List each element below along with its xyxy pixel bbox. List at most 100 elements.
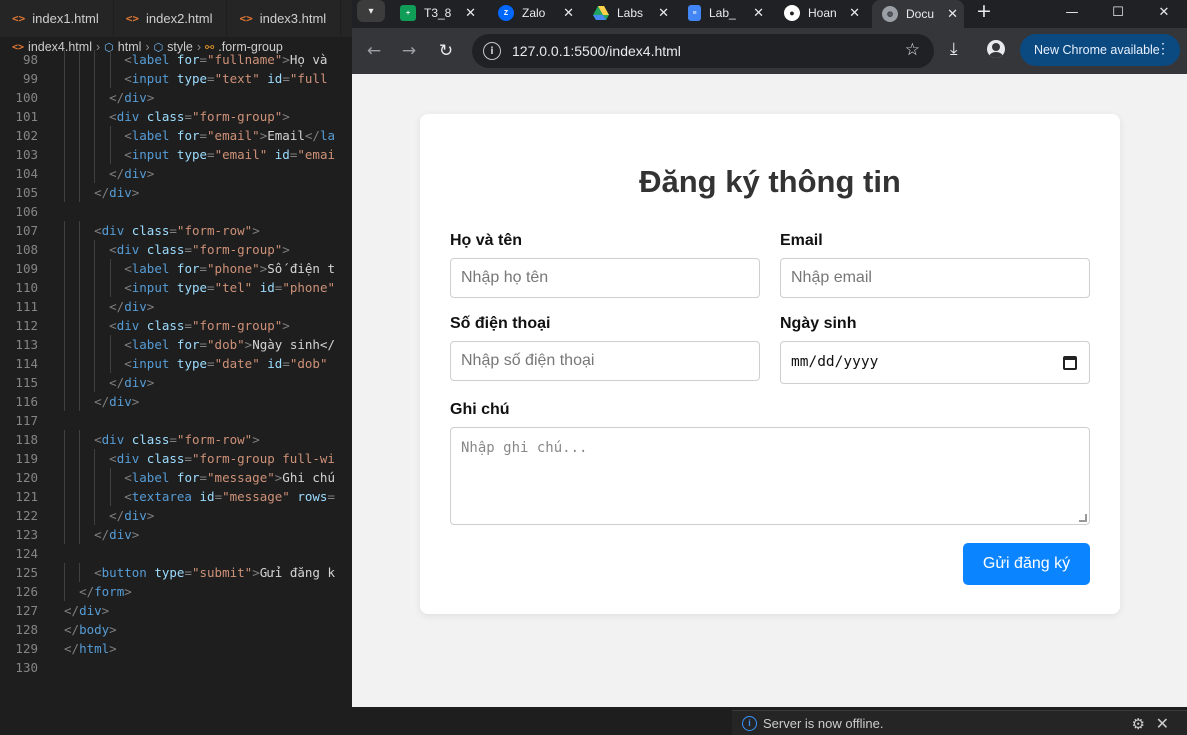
address-url[interactable]: 127.0.0.1:5500/index4.html bbox=[512, 43, 681, 59]
html-file-icon: <> bbox=[12, 12, 26, 25]
browser-tab[interactable]: ● Hoan ✕ bbox=[776, 0, 866, 26]
code-line[interactable]: 104 </div> bbox=[0, 164, 352, 183]
code-line[interactable]: 129 </html> bbox=[0, 639, 352, 658]
indent-guide bbox=[64, 373, 65, 392]
dob-input[interactable]: mm/dd/yyyy bbox=[780, 341, 1090, 384]
browser-tab-active[interactable]: ◍ Docu ✕ bbox=[872, 0, 964, 28]
indent-guide bbox=[109, 69, 111, 88]
code-line[interactable]: 119 <div class="form-group full-wi bbox=[0, 449, 352, 468]
address-bar[interactable]: i 127.0.0.1:5500/index4.html ☆ bbox=[472, 34, 934, 68]
code-line[interactable]: 98 <label for="fullname">Họ và bbox=[0, 50, 352, 69]
new-tab-plus-icon[interactable]: + bbox=[972, 0, 996, 22]
fullname-input[interactable]: Nhập họ tên bbox=[450, 258, 760, 298]
code-line[interactable]: 108 <div class="form-group"> bbox=[0, 240, 352, 259]
message-textarea[interactable]: Nhập ghi chú... bbox=[450, 427, 1090, 525]
code-token: "email" bbox=[207, 128, 260, 143]
reload-icon[interactable]: ↻ bbox=[434, 39, 458, 63]
code-line[interactable]: 130 bbox=[0, 658, 352, 677]
chrome-update-button[interactable]: New Chrome available ⋮ bbox=[1020, 34, 1180, 66]
editor-tab-index2[interactable]: <> index2.html bbox=[114, 0, 228, 37]
browser-tab[interactable]: + T3_8 ✕ bbox=[392, 0, 482, 26]
close-icon[interactable]: ✕ bbox=[465, 5, 476, 21]
back-arrow-icon[interactable]: ← bbox=[362, 39, 386, 63]
close-icon[interactable]: ✕ bbox=[658, 5, 669, 21]
code-line[interactable]: 115 </div> bbox=[0, 373, 352, 392]
code-line[interactable]: 116 </div> bbox=[0, 392, 352, 411]
code-token: = bbox=[207, 280, 215, 295]
window-close-icon[interactable]: ✕ bbox=[1141, 0, 1187, 24]
profile-avatar-icon[interactable] bbox=[987, 40, 1005, 58]
code-line[interactable]: 103 <input type="email" id="emai bbox=[0, 145, 352, 164]
line-number: 107 bbox=[15, 223, 38, 238]
indent-guide bbox=[94, 145, 96, 164]
code-token: < bbox=[124, 52, 132, 67]
code-line[interactable]: 101 <div class="form-group"> bbox=[0, 107, 352, 126]
forward-arrow-icon[interactable]: → bbox=[397, 39, 421, 63]
line-number: 115 bbox=[15, 375, 38, 390]
code-token: > bbox=[131, 394, 140, 409]
code-token: < bbox=[109, 242, 117, 257]
download-icon[interactable]: ⤓ bbox=[950, 39, 958, 59]
code-token: Họ và bbox=[289, 52, 328, 67]
maximize-icon[interactable]: ☐ bbox=[1095, 0, 1141, 24]
browser-tab[interactable]: ≡ Lab_ ✕ bbox=[680, 0, 770, 26]
code-token: div bbox=[116, 318, 140, 333]
minimize-icon[interactable]: — bbox=[1049, 0, 1095, 24]
close-icon[interactable]: ✕ bbox=[753, 5, 764, 21]
browser-tab[interactable]: Z Zalo ✕ bbox=[490, 0, 580, 26]
globe-icon: ◍ bbox=[882, 6, 898, 22]
code-line[interactable]: 112 <div class="form-group"> bbox=[0, 316, 352, 335]
code-line[interactable]: 106 bbox=[0, 202, 352, 221]
code-line[interactable]: 110 <input type="tel" id="phone" bbox=[0, 278, 352, 297]
close-icon[interactable]: ✕ bbox=[563, 5, 574, 21]
code-token: id bbox=[274, 147, 290, 162]
code-line[interactable]: 107 <div class="form-row"> bbox=[0, 221, 352, 240]
code-line[interactable]: 114 <input type="date" id="dob" bbox=[0, 354, 352, 373]
code-line[interactable]: 99 <input type="text" id="full bbox=[0, 69, 352, 88]
more-menu-icon[interactable]: ⋮ bbox=[1156, 40, 1170, 57]
close-icon[interactable]: ✕ bbox=[1156, 714, 1169, 734]
submit-button[interactable]: Gửi đăng ký bbox=[963, 543, 1090, 585]
code-line[interactable]: 102 <label for="email">Email</la bbox=[0, 126, 352, 145]
code-line[interactable]: 125 <button type="submit">Gửi đăng k bbox=[0, 563, 352, 582]
code-line[interactable]: 126 </form> bbox=[0, 582, 352, 601]
code-token: div bbox=[116, 109, 140, 124]
bookmark-star-icon[interactable]: ☆ bbox=[905, 40, 920, 60]
code-line[interactable]: 117 bbox=[0, 411, 352, 430]
code-token: > bbox=[109, 641, 117, 656]
tab-search-chevron-icon[interactable]: ▾ bbox=[357, 0, 385, 22]
code-token: "form-group full-wi bbox=[191, 451, 335, 466]
editor-tab-index1[interactable]: <> index1.html bbox=[0, 0, 114, 37]
gear-icon[interactable]: ⚙ bbox=[1132, 715, 1145, 733]
code-line[interactable]: 123 </div> bbox=[0, 525, 352, 544]
code-line[interactable]: 100 </div> bbox=[0, 88, 352, 107]
code-line[interactable]: 105 </div> bbox=[0, 183, 352, 202]
code-line[interactable]: 124 bbox=[0, 544, 352, 563]
editor-tab-index3[interactable]: <> index3.html bbox=[227, 0, 342, 37]
message-placeholder: Nhập ghi chú... bbox=[461, 440, 588, 456]
code-lines[interactable]: 98 <label for="fullname">Họ và 99 <input … bbox=[0, 50, 352, 677]
code-token: = bbox=[184, 109, 192, 124]
code-line[interactable]: 109 <label for="phone">Số điện t bbox=[0, 259, 352, 278]
calendar-icon[interactable] bbox=[1063, 356, 1077, 370]
indent-guide bbox=[79, 145, 81, 164]
resize-handle-icon[interactable] bbox=[1079, 514, 1087, 522]
phone-input[interactable]: Nhập số điện thoại bbox=[450, 341, 760, 381]
browser-tab[interactable]: Labs ✕ bbox=[585, 0, 675, 26]
code-line[interactable]: 113 <label for="dob">Ngày sinh</ bbox=[0, 335, 352, 354]
code-line[interactable]: 121 <textarea id="message" rows= bbox=[0, 487, 352, 506]
code-line[interactable]: 127 </div> bbox=[0, 601, 352, 620]
code-line[interactable]: 120 <label for="message">Ghi chú bbox=[0, 468, 352, 487]
dob-label: Ngày sinh bbox=[780, 315, 857, 332]
indent-guide bbox=[109, 259, 111, 278]
code-line[interactable]: 128 </body> bbox=[0, 620, 352, 639]
code-line[interactable]: 111 </div> bbox=[0, 297, 352, 316]
code-token: > bbox=[124, 584, 132, 599]
code-line[interactable]: 122 </div> bbox=[0, 506, 352, 525]
site-info-icon[interactable]: i bbox=[483, 42, 501, 60]
close-icon[interactable]: ✕ bbox=[849, 5, 860, 21]
code-line[interactable]: 118 <div class="form-row"> bbox=[0, 430, 352, 449]
close-icon[interactable]: ✕ bbox=[947, 6, 958, 22]
email-input[interactable]: Nhập email bbox=[780, 258, 1090, 298]
line-number: 123 bbox=[15, 527, 38, 542]
